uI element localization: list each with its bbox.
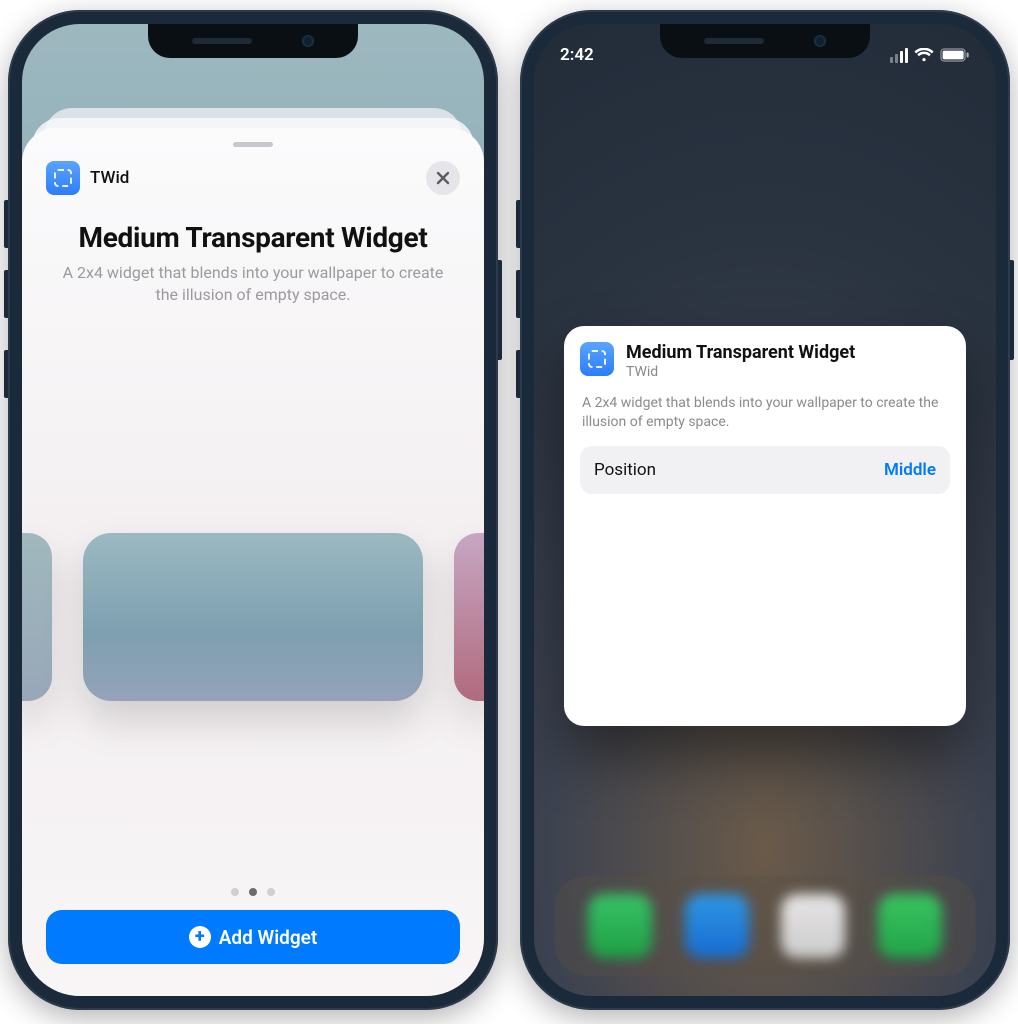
- config-app-name: TWid: [626, 364, 855, 380]
- notch: [148, 24, 358, 58]
- cellular-signal-icon: [890, 48, 908, 63]
- screen-right: 2:42 Medium Transparent Widget TWid A 2x…: [534, 24, 996, 996]
- title-block: Medium Transparent Widget A 2x4 widget t…: [22, 195, 484, 311]
- position-value: Middle: [884, 460, 936, 480]
- battery-icon: [940, 48, 970, 62]
- widget-config-card: Medium Transparent Widget TWid A 2x4 wid…: [564, 326, 966, 726]
- widget-preview-medium[interactable]: [83, 533, 423, 701]
- config-title: Medium Transparent Widget: [626, 342, 855, 363]
- app-name-label: TWid: [90, 168, 129, 188]
- status-time: 2:42: [560, 45, 594, 65]
- close-icon: [436, 171, 450, 185]
- add-widget-label: Add Widget: [219, 926, 318, 949]
- position-label: Position: [594, 460, 656, 480]
- widget-size-carousel[interactable]: [22, 351, 484, 882]
- sheet-header: TWid: [22, 161, 484, 195]
- widget-description: A 2x4 widget that blends into your wallp…: [46, 262, 460, 305]
- widget-title: Medium Transparent Widget: [46, 221, 460, 254]
- app-icon: [580, 342, 614, 376]
- phone-right: 2:42 Medium Transparent Widget TWid A 2x…: [520, 10, 1010, 1010]
- widget-picker-sheet: TWid Medium Transparent Widget A 2x4 wid…: [22, 128, 484, 996]
- config-description: A 2x4 widget that blends into your wallp…: [582, 394, 948, 432]
- page-dot-active: [249, 888, 257, 896]
- plus-circle-icon: +: [189, 926, 211, 948]
- page-dot: [231, 888, 239, 896]
- wifi-icon: [914, 48, 934, 62]
- carousel-prev-peek[interactable]: [22, 533, 52, 701]
- config-header: Medium Transparent Widget TWid: [580, 342, 950, 380]
- dock-app-blurred: [588, 894, 652, 958]
- notch: [660, 24, 870, 58]
- page-indicator: [22, 882, 484, 910]
- home-dock-blurred: [554, 876, 976, 976]
- position-row[interactable]: Position Middle: [580, 446, 950, 494]
- page-dot: [267, 888, 275, 896]
- add-widget-button[interactable]: + Add Widget: [46, 910, 460, 964]
- close-button[interactable]: [426, 161, 460, 195]
- carousel-next-peek[interactable]: [454, 533, 484, 701]
- sheet-grabber[interactable]: [233, 142, 273, 147]
- dock-app-blurred: [781, 894, 845, 958]
- dock-app-blurred: [685, 894, 749, 958]
- dock-app-blurred: [878, 894, 942, 958]
- app-id-row: TWid: [46, 161, 129, 195]
- screen-left: TWid Medium Transparent Widget A 2x4 wid…: [22, 24, 484, 996]
- phone-left: TWid Medium Transparent Widget A 2x4 wid…: [8, 10, 498, 1010]
- app-icon: [46, 161, 80, 195]
